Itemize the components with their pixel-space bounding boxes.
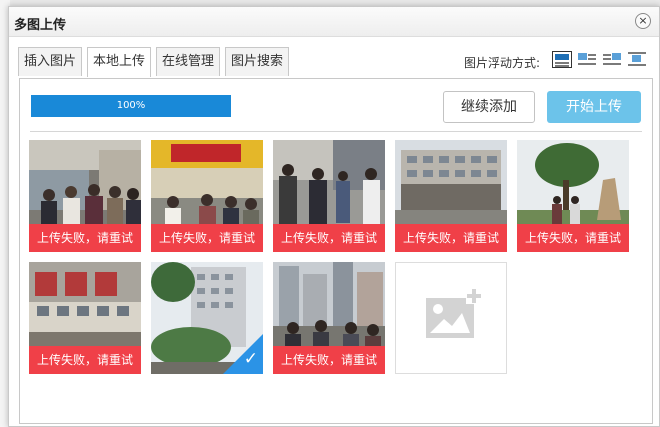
dialog-title: 多图上传 [14, 18, 67, 33]
upload-failed-label: 上传失败，请重试 [29, 346, 141, 374]
tab-image-search[interactable]: 图片搜索 [225, 47, 290, 76]
tab-online-manage[interactable]: 在线管理 [156, 47, 221, 76]
image-thumbnail[interactable]: 上传失败，请重试 [517, 140, 629, 252]
tab-insert-image[interactable]: 插入图片 [18, 47, 83, 76]
divider [30, 131, 642, 132]
float-right-icon[interactable] [602, 51, 622, 68]
upload-failed-label: 上传失败，请重试 [517, 224, 629, 252]
dialog-titlebar: 多图上传 × [9, 7, 659, 37]
upload-failed-label: 上传失败，请重试 [395, 224, 507, 252]
float-none-icon[interactable] [552, 51, 572, 68]
image-thumbnail[interactable]: 上传失败，请重试 [29, 140, 141, 252]
upload-progress-text: 100% [116, 100, 146, 111]
image-thumbnail[interactable]: 上传失败，请重试 [273, 262, 385, 374]
image-thumbnail[interactable]: 上传失败，请重试 [151, 140, 263, 252]
float-mode-label: 图片浮动方式: [464, 56, 541, 70]
add-image-placeholder[interactable] [395, 262, 507, 374]
continue-add-button[interactable]: 继续添加 [443, 91, 535, 123]
tab-bar: 插入图片 本地上传 在线管理 图片搜索 [18, 47, 294, 77]
local-upload-panel: 100% 继续添加 开始上传 上传失败，请重试 上传失败，请重试 上传失败，请重… [19, 78, 653, 424]
float-left-icon[interactable] [577, 51, 597, 68]
add-image-icon [426, 288, 482, 338]
upload-failed-label: 上传失败，请重试 [273, 224, 385, 252]
upload-failed-label: 上传失败，请重试 [273, 346, 385, 374]
float-center-icon[interactable] [627, 51, 647, 68]
checkmark-icon: ✓ [243, 349, 258, 369]
upload-failed-label: 上传失败，请重试 [151, 224, 263, 252]
image-thumbnail-selected[interactable]: ✓ [151, 262, 263, 374]
image-thumbnail[interactable]: 上传失败，请重试 [29, 262, 141, 374]
start-upload-button[interactable]: 开始上传 [547, 91, 641, 123]
multi-image-upload-dialog: 多图上传 × 插入图片 本地上传 在线管理 图片搜索 图片浮动方式: 100% … [8, 6, 660, 427]
tab-local-upload[interactable]: 本地上传 [87, 47, 152, 77]
image-thumbnail[interactable]: 上传失败，请重试 [395, 140, 507, 252]
image-thumbnail[interactable]: 上传失败，请重试 [273, 140, 385, 252]
close-icon[interactable]: × [635, 13, 651, 29]
upload-progress-bar: 100% [31, 95, 231, 117]
float-mode-options [552, 51, 652, 68]
upload-failed-label: 上传失败，请重试 [29, 224, 141, 252]
